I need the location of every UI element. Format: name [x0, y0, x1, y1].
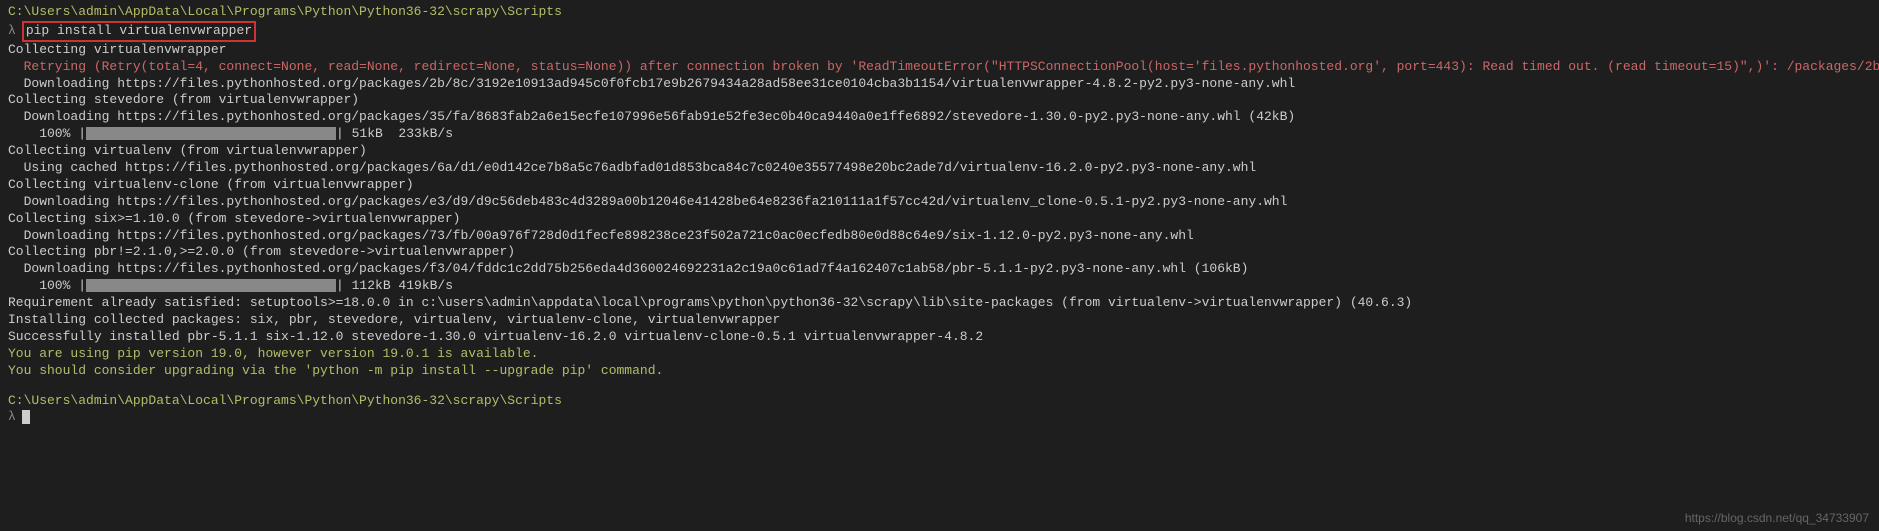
pip-warning-line: You are using pip version 19.0, however …: [8, 346, 1871, 363]
pip-warning-line: You should consider upgrading via the 'p…: [8, 363, 1871, 380]
progress-percent: 100% |: [8, 126, 86, 141]
output-line: Collecting virtualenv (from virtualenvwr…: [8, 143, 1871, 160]
output-line: Successfully installed pbr-5.1.1 six-1.1…: [8, 329, 1871, 346]
output-line: Installing collected packages: six, pbr,…: [8, 312, 1871, 329]
progress-bar-icon: [86, 279, 336, 292]
progress-bar-icon: [86, 127, 336, 140]
progress-line-2: 100% | | 112kB 419kB/s: [8, 278, 1871, 295]
output-line: Using cached https://files.pythonhosted.…: [8, 160, 1871, 177]
output-line: Downloading https://files.pythonhosted.o…: [8, 76, 1871, 93]
output-line: Downloading https://files.pythonhosted.o…: [8, 261, 1871, 278]
output-error-line: Retrying (Retry(total=4, connect=None, r…: [8, 59, 1871, 76]
output-line: Requirement already satisfied: setuptool…: [8, 295, 1871, 312]
cwd-path: C:\Users\admin\AppData\Local\Programs\Py…: [8, 4, 562, 19]
prompt-path-1: C:\Users\admin\AppData\Local\Programs\Py…: [8, 4, 1871, 21]
output-line: Collecting virtualenv-clone (from virtua…: [8, 177, 1871, 194]
watermark-text: https://blog.csdn.net/qq_34733907: [1685, 511, 1869, 527]
output-line: Collecting six>=1.10.0 (from stevedore->…: [8, 211, 1871, 228]
command-line-1[interactable]: λ pip install virtualenvwrapper: [8, 21, 1871, 42]
output-line: Downloading https://files.pythonhosted.o…: [8, 109, 1871, 126]
progress-line-1: 100% | | 51kB 233kB/s: [8, 126, 1871, 143]
command-line-2[interactable]: λ: [8, 409, 1871, 426]
prompt-path-2: C:\Users\admin\AppData\Local\Programs\Py…: [8, 393, 1871, 410]
prompt-symbol: λ: [8, 23, 16, 38]
output-line: Downloading https://files.pythonhosted.o…: [8, 228, 1871, 245]
cursor-icon: [22, 410, 30, 424]
command-input[interactable]: pip install virtualenvwrapper: [22, 21, 256, 42]
progress-speed: | 51kB 233kB/s: [336, 126, 453, 141]
output-line: Collecting pbr!=2.1.0,>=2.0.0 (from stev…: [8, 244, 1871, 261]
cwd-path: C:\Users\admin\AppData\Local\Programs\Py…: [8, 393, 562, 408]
output-line: Downloading https://files.pythonhosted.o…: [8, 194, 1871, 211]
output-line: Collecting virtualenvwrapper: [8, 42, 1871, 59]
progress-percent: 100% |: [8, 278, 86, 293]
prompt-symbol: λ: [8, 409, 16, 424]
output-line: Collecting stevedore (from virtualenvwra…: [8, 92, 1871, 109]
progress-speed: | 112kB 419kB/s: [336, 278, 453, 293]
